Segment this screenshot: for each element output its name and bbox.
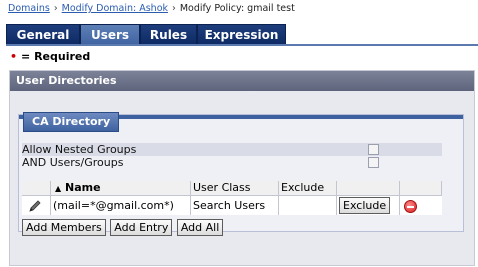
- row-remove-cell: [400, 196, 442, 215]
- exclude-button[interactable]: Exclude: [339, 197, 391, 214]
- required-dot: •: [10, 50, 18, 63]
- allow-nested-groups-checkbox[interactable]: [368, 144, 379, 155]
- pencil-icon[interactable]: [28, 199, 42, 213]
- section-title: User Directories: [10, 71, 474, 91]
- option-allow-nested-groups: Allow Nested Groups: [22, 143, 442, 156]
- option-label: Allow Nested Groups: [22, 143, 137, 156]
- edit-cell: [22, 196, 51, 215]
- breadcrumb-separator: ›: [172, 3, 176, 14]
- breadcrumb-link-domains[interactable]: Domains: [8, 3, 50, 14]
- row-user-class: Search Users: [191, 196, 279, 215]
- column-header-exclude[interactable]: Exclude: [279, 181, 337, 195]
- user-directories-section: User Directories CA Directory Allow Nest…: [9, 70, 475, 266]
- tab-bar: General Users Rules Expression: [6, 24, 478, 46]
- option-and-users-groups: AND Users/Groups: [22, 156, 442, 169]
- tab-rules[interactable]: Rules: [140, 24, 197, 45]
- row-name: (mail=*@gmail.com*): [51, 196, 191, 215]
- column-header-name-label: Name: [65, 181, 101, 194]
- and-users-groups-checkbox[interactable]: [368, 157, 379, 168]
- remove-circle-icon[interactable]: [404, 200, 417, 213]
- breadcrumb-separator: ›: [53, 3, 58, 14]
- column-header-edit: [22, 181, 51, 195]
- member-actions: Add Members Add Entry Add All: [22, 219, 224, 236]
- breadcrumb-link-modify-domain[interactable]: Modify Domain: Ashok: [62, 3, 168, 14]
- column-header-user-class[interactable]: User Class: [191, 181, 279, 195]
- option-label: AND Users/Groups: [22, 156, 124, 169]
- tab-general[interactable]: General: [6, 24, 80, 45]
- sort-ascending-icon: ▲: [55, 184, 62, 193]
- column-header-remove: [400, 181, 442, 195]
- ca-directory-title: CA Directory: [23, 112, 120, 132]
- required-legend: • = Required: [10, 50, 90, 63]
- breadcrumb-current: Modify Policy: gmail test: [179, 3, 295, 14]
- add-members-button[interactable]: Add Members: [22, 219, 106, 236]
- add-entry-button[interactable]: Add Entry: [110, 219, 173, 236]
- tab-expression[interactable]: Expression: [197, 24, 286, 45]
- column-header-action: [337, 181, 400, 195]
- add-all-button[interactable]: Add All: [176, 219, 224, 236]
- tab-underline: [6, 44, 478, 46]
- table-row: (mail=*@gmail.com*) Search Users Exclude: [22, 195, 442, 215]
- row-action-cell: Exclude: [337, 196, 400, 215]
- required-text: = Required: [21, 50, 91, 63]
- breadcrumb: Domains › Modify Domain: Ashok › Modify Poli…: [8, 3, 295, 14]
- column-header-name[interactable]: ▲ Name: [51, 181, 191, 195]
- ca-directory-panel: CA Directory Allow Nested Groups AND Use…: [18, 112, 464, 236]
- tab-users[interactable]: Users: [80, 24, 140, 46]
- row-exclude: [279, 196, 337, 215]
